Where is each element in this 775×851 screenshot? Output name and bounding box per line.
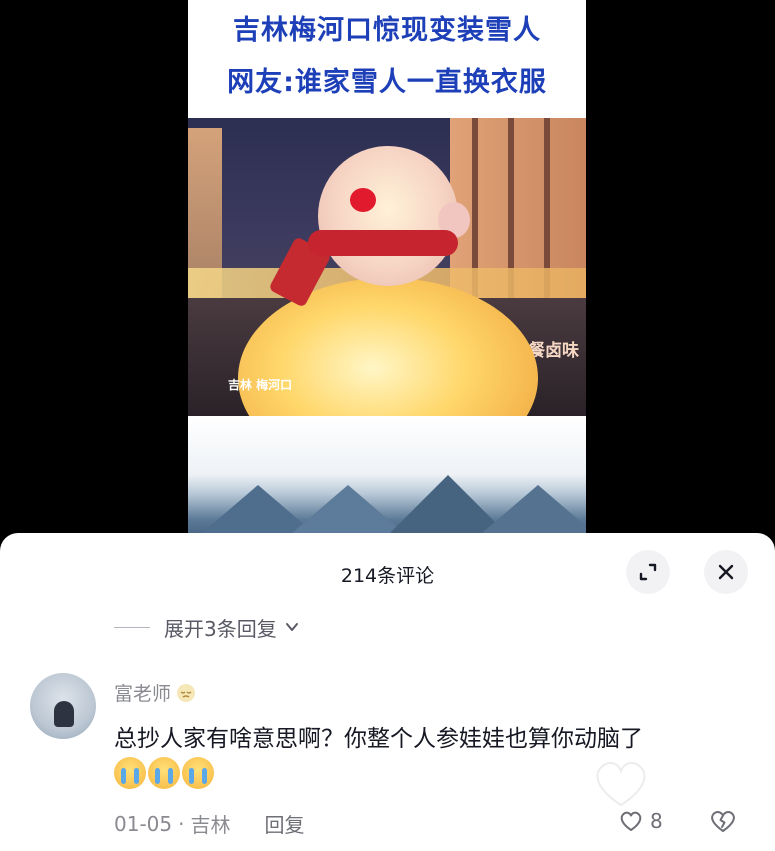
mountain-scene-image <box>188 416 586 545</box>
broken-heart-icon <box>711 811 735 832</box>
expand-button[interactable] <box>626 550 670 594</box>
expand-icon <box>639 563 657 581</box>
divider-dash <box>114 626 150 628</box>
close-button[interactable] <box>704 550 748 594</box>
snowman-scarf <box>308 230 458 256</box>
crying-face-icon <box>148 757 180 789</box>
snowman-scene-image: 餐卤味 吉林 梅河口 <box>188 118 586 416</box>
like-count: 8 <box>650 809 663 833</box>
heart-icon <box>620 811 642 831</box>
expand-replies-label: 展开3条回复 <box>164 616 277 641</box>
video-caption-line2: 网友:谁家雪人一直换衣服 <box>227 67 547 98</box>
video-player[interactable]: 吉林梅河口惊现变装雪人 网友:谁家雪人一直换衣服 餐卤味 吉林 梅河口 <box>188 0 586 545</box>
comment-emojis <box>114 757 214 789</box>
chevron-down-icon <box>283 618 301 636</box>
meta-separator: · <box>178 811 185 836</box>
snowman-nose <box>350 188 376 212</box>
video-caption-line1: 吉林梅河口惊现变装雪人 <box>233 15 541 46</box>
comment-date: 01-05 <box>114 811 173 836</box>
snowman-head <box>318 146 458 286</box>
reply-button[interactable]: 回复 <box>264 809 304 838</box>
location-tag: 吉林 梅河口 <box>228 378 293 392</box>
dislike-button[interactable] <box>708 808 738 838</box>
comment-username[interactable]: 富老师 <box>114 679 197 706</box>
watermark-heart-icon <box>596 761 646 807</box>
comment-meta: 01-05 · 吉林 回复 <box>114 809 304 838</box>
sleepy-face-icon <box>177 683 196 702</box>
comments-panel: 214条评论 展开3条回复 富老师 总抄人家有啥意思啊？你整个人参娃娃也算你动脑 <box>0 533 775 851</box>
comment-text: 总抄人家有啥意思啊？你整个人参娃娃也算你动脑了 <box>114 726 643 752</box>
username-label: 富老师 <box>114 683 172 705</box>
shop-sign: 餐卤味 <box>528 341 579 361</box>
like-button[interactable]: 8 <box>618 809 663 833</box>
crying-face-icon <box>182 757 214 789</box>
avatar[interactable] <box>30 673 96 739</box>
comment-location: 吉林 <box>190 813 231 837</box>
avatar-figure <box>54 701 74 727</box>
crying-face-icon <box>114 757 146 789</box>
close-icon <box>718 564 734 580</box>
expand-replies-link[interactable]: 展开3条回复 <box>114 613 301 641</box>
